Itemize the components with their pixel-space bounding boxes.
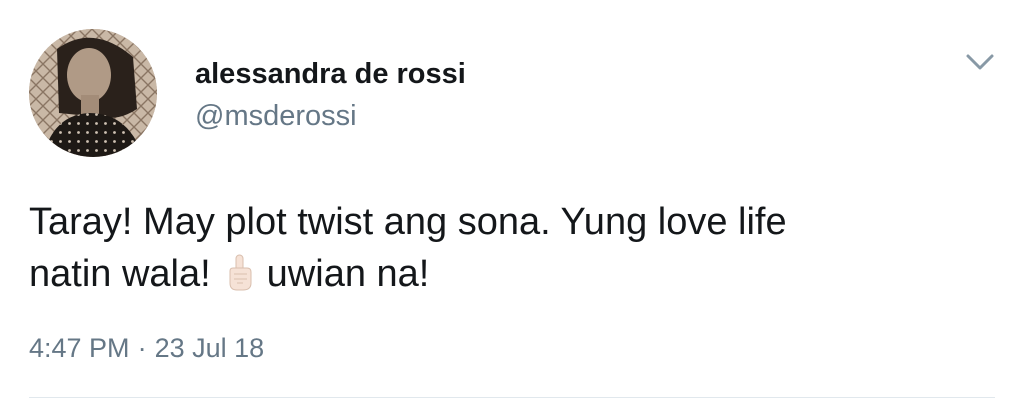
tweet-text: Taray! May plot twist ang sona. Yung lov… — [29, 196, 989, 300]
tweet-time[interactable]: 4:47 PM — [29, 333, 130, 363]
divider — [29, 397, 995, 398]
tweet-line-2: natin wala! uwian na! — [29, 248, 989, 300]
raised-index-finger-emoji-icon — [223, 253, 257, 293]
tweet-line-1: Taray! May plot twist ang sona. Yung lov… — [29, 201, 787, 243]
meta-separator: · — [137, 333, 147, 363]
avatar[interactable] — [29, 29, 157, 157]
tweet-date[interactable]: 23 Jul 18 — [155, 333, 265, 363]
author-handle[interactable]: @msderossi — [195, 98, 357, 134]
chevron-down-icon[interactable] — [962, 48, 998, 76]
tweet-timestamp[interactable]: 4:47 PM · 23 Jul 18 — [29, 331, 264, 365]
tweet-line-2-end: uwian na! — [266, 253, 430, 295]
author-name[interactable]: alessandra de rossi — [195, 56, 466, 92]
tweet-line-2-start: natin wala! — [29, 253, 211, 295]
